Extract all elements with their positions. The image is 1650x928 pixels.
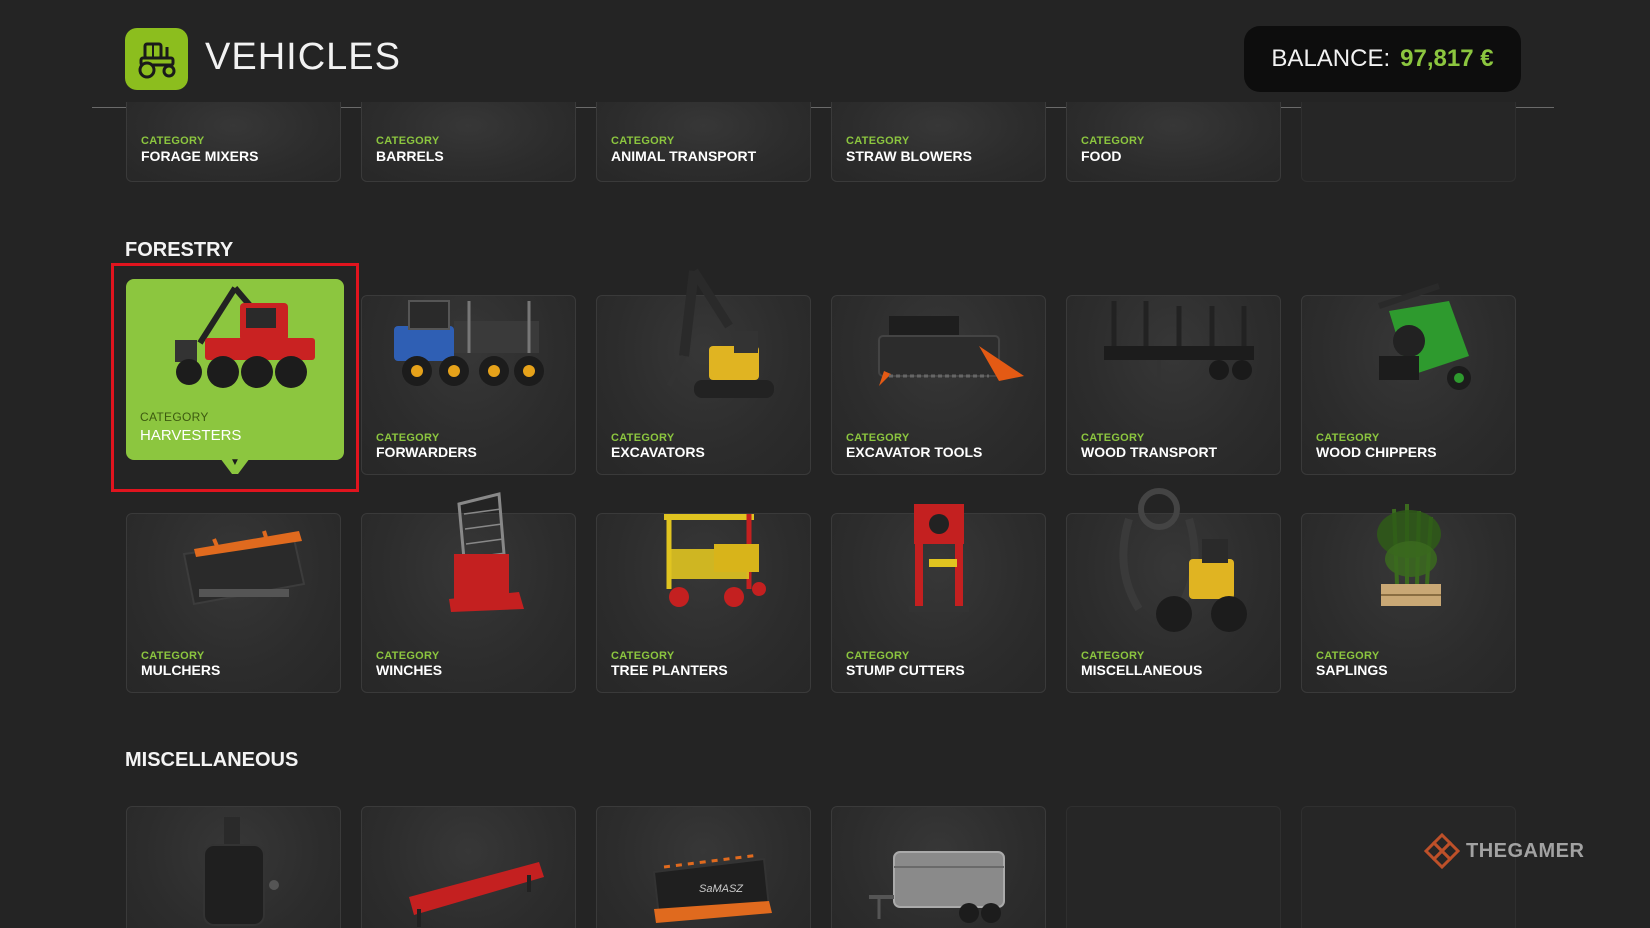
tractor-icon — [125, 28, 188, 90]
snow-plow-icon: SaMASZ — [597, 797, 810, 928]
category-label: CATEGORY — [846, 432, 910, 444]
category-label: CATEGORY — [611, 650, 675, 662]
category-name: WOOD TRANSPORT — [1081, 444, 1218, 460]
empty-card-slot — [1301, 102, 1516, 182]
category-card-forage-mixers[interactable]: CATEGORY FORAGE MIXERS — [126, 102, 341, 182]
category-label: CATEGORY — [141, 135, 205, 147]
wood-chipper-icon — [1302, 256, 1515, 426]
category-label: CATEGORY — [1316, 432, 1380, 444]
category-card-excavator-tools[interactable]: CATEGORY EXCAVATOR TOOLS — [831, 295, 1046, 475]
cargo-trailer-icon — [832, 797, 1045, 928]
category-name: STUMP CUTTERS — [846, 662, 965, 678]
brand-text: SaMASZ — [699, 883, 744, 895]
category-label: CATEGORY — [1081, 135, 1145, 147]
wood-trailer-icon — [1067, 256, 1280, 426]
harvester-icon — [126, 253, 344, 423]
thegamer-watermark: THEGAMER — [1424, 833, 1584, 869]
category-card-excavators[interactable]: CATEGORY EXCAVATORS — [596, 268, 811, 475]
category-name: BARRELS — [376, 148, 444, 164]
mulcher-icon — [127, 474, 340, 644]
category-name: FORAGE MIXERS — [141, 148, 259, 164]
category-label: CATEGORY — [611, 135, 675, 147]
page-title: VEHICLES — [205, 36, 401, 78]
category-name: WINCHES — [376, 662, 443, 678]
excavator-tool-icon — [832, 256, 1045, 426]
category-name: SAPLINGS — [1316, 662, 1388, 678]
category-card-wood-chippers[interactable]: CATEGORY WOOD CHIPPERS — [1301, 283, 1516, 475]
stump-cutter-icon — [832, 474, 1045, 644]
item-card-snow-plow[interactable]: SaMASZ — [596, 806, 811, 928]
section-title-miscellaneous: MISCELLANEOUS — [125, 749, 299, 771]
weight-icon — [127, 797, 340, 928]
category-label: CATEGORY — [846, 650, 910, 662]
category-name: EXCAVATORS — [611, 444, 705, 460]
category-card-forwarders[interactable]: CATEGORY FORWARDERS — [361, 295, 576, 475]
category-name: WOOD CHIPPERS — [1316, 444, 1437, 460]
item-card-weight[interactable] — [126, 806, 341, 928]
category-label: CATEGORY — [1081, 432, 1145, 444]
balance-value: 97,817 € — [1400, 45, 1494, 72]
category-name: FORWARDERS — [376, 444, 477, 460]
category-label: CATEGORY — [1081, 650, 1145, 662]
category-card-winches[interactable]: CATEGORY WINCHES — [361, 492, 576, 693]
category-card-straw-blowers[interactable]: CATEGORY STRAW BLOWERS — [831, 102, 1046, 182]
category-card-miscellaneous-forestry[interactable]: CATEGORY MISCELLANEOUS — [1066, 488, 1281, 693]
category-label: CATEGORY — [376, 135, 440, 147]
balance-display: BALANCE: 97,817 € — [1244, 26, 1521, 92]
category-card-food[interactable]: CATEGORY FOOD — [1066, 102, 1281, 182]
saplings-icon — [1302, 474, 1515, 644]
red-implement-icon — [362, 797, 575, 928]
category-card-saplings[interactable]: CATEGORY SAPLINGS — [1301, 504, 1516, 693]
category-label: CATEGORY — [376, 650, 440, 662]
winch-icon — [362, 474, 575, 644]
category-card-wood-transport[interactable]: CATEGORY WOOD TRANSPORT — [1066, 295, 1281, 475]
item-card-red-implement[interactable] — [361, 806, 576, 928]
selection-indicator: ▼ — [220, 458, 250, 474]
category-label: CATEGORY — [140, 410, 209, 424]
forwarder-icon — [362, 256, 575, 426]
category-label: CATEGORY — [846, 135, 910, 147]
category-name: MISCELLANEOUS — [1081, 662, 1203, 678]
category-label: CATEGORY — [376, 432, 440, 444]
category-name: MULCHERS — [141, 662, 221, 678]
category-card-barrels[interactable]: CATEGORY BARRELS — [361, 102, 576, 182]
category-card-tree-planters[interactable]: CATEGORY TREE PLANTERS — [596, 513, 811, 693]
thegamer-logo-icon — [1424, 833, 1460, 869]
watermark-text: THEGAMER — [1466, 839, 1585, 862]
section-title-forestry: FORESTRY — [125, 239, 234, 261]
balance-label: BALANCE: — [1271, 45, 1391, 72]
tree-planter-icon — [597, 474, 810, 644]
category-label: CATEGORY — [141, 650, 205, 662]
category-card-mulchers[interactable]: CATEGORY MULCHERS — [126, 513, 341, 693]
category-card-harvesters[interactable]: CATEGORY HARVESTERS ▼ — [126, 279, 344, 474]
vehicles-shop-screen: VEHICLES BALANCE: 97,817 € CATEGORY FORA… — [0, 0, 1650, 928]
category-name: FOOD — [1081, 148, 1122, 164]
category-card-stump-cutters[interactable]: CATEGORY STUMP CUTTERS — [831, 504, 1046, 693]
category-name: EXCAVATOR TOOLS — [846, 444, 983, 460]
category-name: ANIMAL TRANSPORT — [611, 148, 757, 164]
item-card-cargo-trailer[interactable] — [831, 806, 1046, 928]
grapple-loader-icon — [1067, 474, 1280, 644]
category-label: CATEGORY — [1316, 650, 1380, 662]
category-name: TREE PLANTERS — [611, 662, 728, 678]
chevron-down-icon: ▼ — [230, 457, 240, 468]
category-label: CATEGORY — [611, 432, 675, 444]
category-name: STRAW BLOWERS — [846, 148, 972, 164]
excavator-icon — [597, 256, 810, 426]
empty-card-slot — [1066, 806, 1281, 928]
category-card-animal-transport[interactable]: CATEGORY ANIMAL TRANSPORT — [596, 102, 811, 182]
category-name: HARVESTERS — [140, 427, 242, 444]
